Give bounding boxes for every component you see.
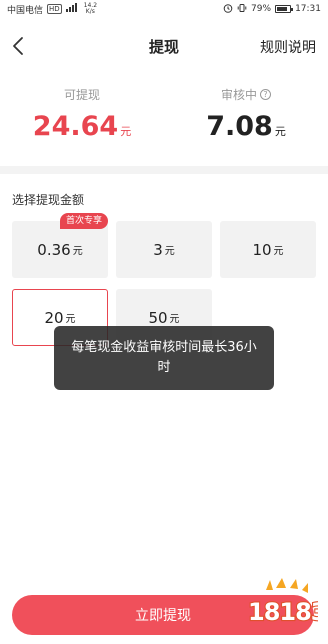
- amount-value: 20: [44, 308, 64, 327]
- pending-label-row: 审核中 ?: [164, 86, 328, 103]
- vibrate-icon: [237, 3, 247, 16]
- available-label: 可提现: [63, 88, 100, 102]
- amount-value: 50: [148, 308, 168, 327]
- section-divider: [0, 166, 328, 174]
- network-speed: 14.2 K/s: [84, 3, 97, 15]
- amount-option-0.36[interactable]: 0.36 元: [12, 221, 108, 278]
- pending-value: 7.08: [206, 111, 273, 142]
- first-time-badge: 首次专享: [60, 213, 109, 229]
- pending-amount: 7.08 元: [164, 111, 328, 148]
- rules-link[interactable]: 规则说明: [260, 37, 316, 57]
- amount-value: 10: [252, 240, 272, 259]
- amount-unit: 元: [65, 314, 76, 325]
- alarm-icon: [223, 3, 233, 16]
- hd-badge: HD: [47, 4, 62, 14]
- amount-value: 0.36: [37, 240, 71, 259]
- available-unit: 元: [120, 125, 132, 138]
- available-value: 24.64: [32, 111, 119, 142]
- signal-icon: [65, 3, 80, 15]
- balance-summary: 可提现 24.64 元 审核中 ? 7.08 元: [0, 86, 328, 156]
- watermark-text: 18183: [248, 598, 318, 626]
- amount-option-10[interactable]: 10 元: [220, 221, 316, 278]
- nav-bar: 提现 规则说明: [0, 20, 328, 72]
- available-amount: 24.64 元: [0, 111, 164, 148]
- carrier-label: 中国电信: [7, 5, 44, 16]
- amount-unit: 元: [273, 246, 284, 257]
- amount-value: 3: [153, 240, 163, 259]
- pending-unit: 元: [274, 125, 286, 138]
- back-button[interactable]: [6, 32, 30, 60]
- status-left: 中国电信 HD 14.2 K/s: [7, 3, 97, 16]
- battery-percent: 79%: [251, 4, 272, 14]
- status-bar: 中国电信 HD 14.2 K/s 79% 17:31: [0, 0, 328, 18]
- withdraw-button-label: 立即提现: [135, 608, 191, 624]
- question-icon[interactable]: ?: [260, 89, 271, 100]
- toast-message: 每笔现金收益审核时间最长36小时: [54, 326, 274, 390]
- withdraw-screen: 中国电信 HD 14.2 K/s 79% 17:31 提现 规则说明 可提现 2…: [0, 0, 328, 644]
- clock: 17:31: [295, 4, 321, 14]
- pending-balance: 审核中 ? 7.08 元: [164, 86, 328, 148]
- amount-unit: 元: [72, 246, 83, 257]
- amount-unit: 元: [169, 314, 180, 325]
- chevron-left-icon: [13, 37, 23, 55]
- amount-section-title: 选择提现金额: [12, 193, 85, 207]
- status-right: 79% 17:31: [223, 3, 321, 16]
- speed-unit: K/s: [85, 8, 95, 15]
- available-balance: 可提现 24.64 元: [0, 86, 164, 148]
- battery-icon: [275, 5, 294, 13]
- amount-unit: 元: [164, 246, 175, 257]
- site-watermark-logo: 18183: [246, 576, 318, 628]
- pending-label: 审核中: [220, 88, 257, 102]
- page-title: 提现: [148, 37, 179, 56]
- amount-option-3[interactable]: 3元: [116, 221, 212, 278]
